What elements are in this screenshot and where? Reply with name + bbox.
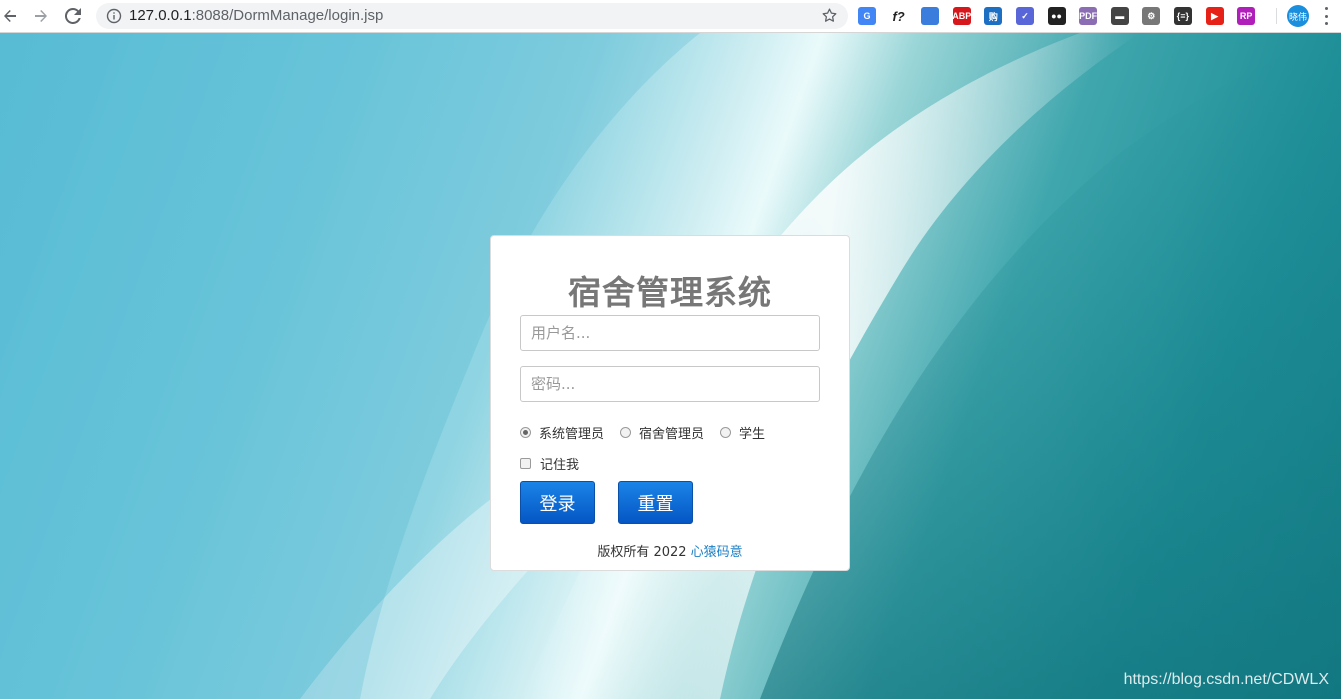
browser-menu-icon[interactable]: [1322, 7, 1330, 25]
tampermonkey-icon[interactable]: ●●: [1047, 7, 1066, 25]
spy-icon[interactable]: ▬: [1110, 7, 1129, 25]
profile-avatar[interactable]: 晓伟: [1287, 5, 1309, 27]
copyright-text: 版权所有 2022: [597, 545, 687, 560]
radio-button[interactable]: [620, 427, 632, 438]
adblock-icon[interactable]: ABP: [952, 7, 971, 25]
remember-me[interactable]: 记住我: [520, 454, 579, 473]
login-button[interactable]: 登录: [520, 481, 595, 524]
google-translate-icon[interactable]: G: [858, 7, 876, 25]
color-picker-icon[interactable]: [921, 7, 940, 25]
extensions-bar: Gf? ABP 购 ✓ ●● PDF ▬ ⚙ {≡} ▶ RP: [858, 5, 1269, 27]
bike-icon[interactable]: ⚙: [1142, 7, 1161, 25]
back-icon[interactable]: [0, 6, 20, 26]
pdf-icon[interactable]: PDF: [1079, 7, 1098, 25]
radio-button[interactable]: [520, 427, 531, 438]
rp-icon[interactable]: RP: [1237, 7, 1256, 25]
checkmark-icon[interactable]: ✓: [1015, 7, 1034, 25]
browser-toolbar: 127.0.0.1:8088/DormManage/login.jsp Gf? A…: [0, 0, 1341, 33]
url-host: 127.0.0.1: [129, 7, 192, 24]
login-panel: 宿舍管理系统 系统管理员 宿舍管理员 学生 记住我 登录 重置 版权所有 202…: [490, 235, 850, 571]
csdn-watermark: https://blog.csdn.net/CDWLX: [1123, 671, 1329, 688]
copyright-link[interactable]: 心猿码意: [691, 545, 743, 560]
role-option-system-admin[interactable]: 系统管理员: [520, 423, 604, 442]
password-input[interactable]: [520, 366, 820, 402]
url-text[interactable]: 127.0.0.1:8088/DormManage/login.jsp: [129, 7, 383, 24]
role-option-student[interactable]: 学生: [720, 423, 765, 442]
role-label: 宿舍管理员: [639, 427, 705, 442]
radio-button[interactable]: [720, 427, 732, 438]
role-label: 系统管理员: [539, 427, 605, 442]
formula-icon[interactable]: f?: [889, 7, 908, 25]
role-label: 学生: [739, 427, 766, 442]
toolbar-separator: [1276, 8, 1277, 24]
json-icon[interactable]: {≡}: [1173, 7, 1192, 25]
reload-icon[interactable]: [63, 6, 83, 26]
bookmark-star-icon[interactable]: [821, 7, 838, 24]
username-input[interactable]: [520, 315, 820, 351]
remember-label: 记住我: [540, 458, 580, 473]
site-info-icon[interactable]: [106, 8, 122, 24]
shopping-icon[interactable]: 购: [984, 7, 1003, 25]
copyright-footer: 版权所有 2022 心猿码意: [491, 541, 849, 560]
forward-icon[interactable]: [31, 6, 51, 26]
remember-checkbox[interactable]: [520, 458, 531, 469]
role-radio-group: 系统管理员 宿舍管理员 学生: [520, 423, 781, 442]
reset-button[interactable]: 重置: [618, 481, 693, 524]
video-icon[interactable]: ▶: [1205, 7, 1224, 25]
role-option-dorm-admin[interactable]: 宿舍管理员: [620, 423, 704, 442]
url-path: :8088/DormManage/login.jsp: [191, 7, 384, 24]
system-title: 宿舍管理系统: [568, 273, 772, 312]
address-bar[interactable]: 127.0.0.1:8088/DormManage/login.jsp: [96, 3, 848, 29]
